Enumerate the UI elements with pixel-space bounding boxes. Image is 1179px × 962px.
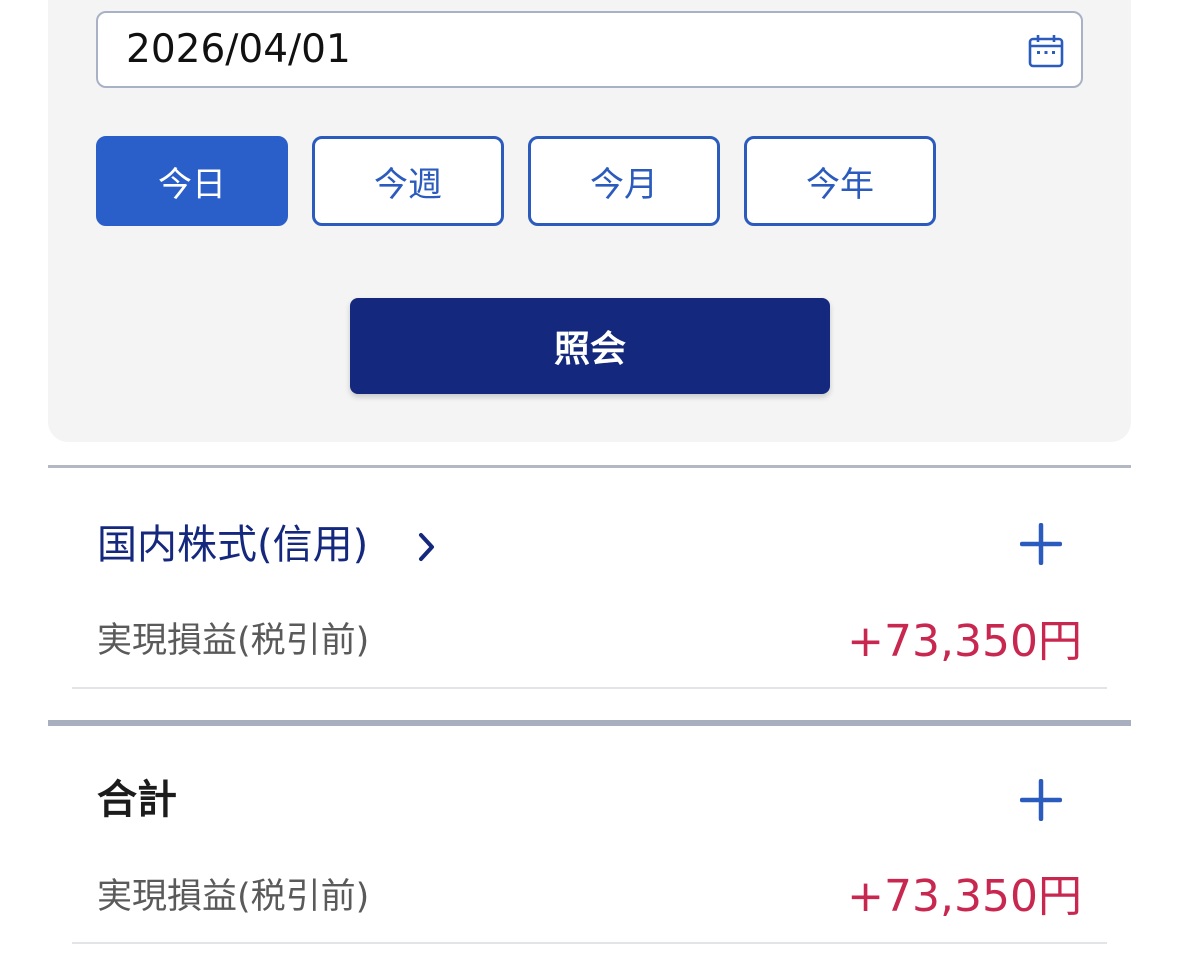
section-divider-thick (48, 720, 1131, 726)
range-today-button[interactable]: 今日 (96, 136, 288, 226)
range-month-button[interactable]: 今月 (528, 136, 720, 226)
row-divider (72, 687, 1107, 689)
range-year-button[interactable]: 今年 (744, 136, 936, 226)
row-divider (72, 942, 1107, 944)
date-value: 2026/04/01 (126, 27, 351, 72)
total-realized-pl-label: 実現損益(税引前) (97, 877, 370, 917)
chevron-right-icon[interactable] (416, 530, 438, 564)
realized-pl-amount: +73,350円 (847, 616, 1082, 667)
calendar-icon[interactable] (1028, 34, 1064, 68)
realized-pl-label: 実現損益(税引前) (97, 621, 370, 661)
total-realized-pl-amount: +73,350円 (847, 871, 1082, 922)
range-week-button[interactable]: 今週 (312, 136, 504, 226)
section-title-total: 合計 (97, 777, 177, 823)
date-input[interactable]: 2026/04/01 (96, 11, 1083, 88)
inquiry-button[interactable]: 照会 (350, 298, 830, 394)
section-divider (48, 465, 1131, 468)
section-title-margin-stocks[interactable]: 国内株式(信用) (97, 515, 368, 575)
expand-plus-icon[interactable] (1020, 523, 1062, 565)
expand-plus-icon[interactable] (1020, 779, 1062, 821)
